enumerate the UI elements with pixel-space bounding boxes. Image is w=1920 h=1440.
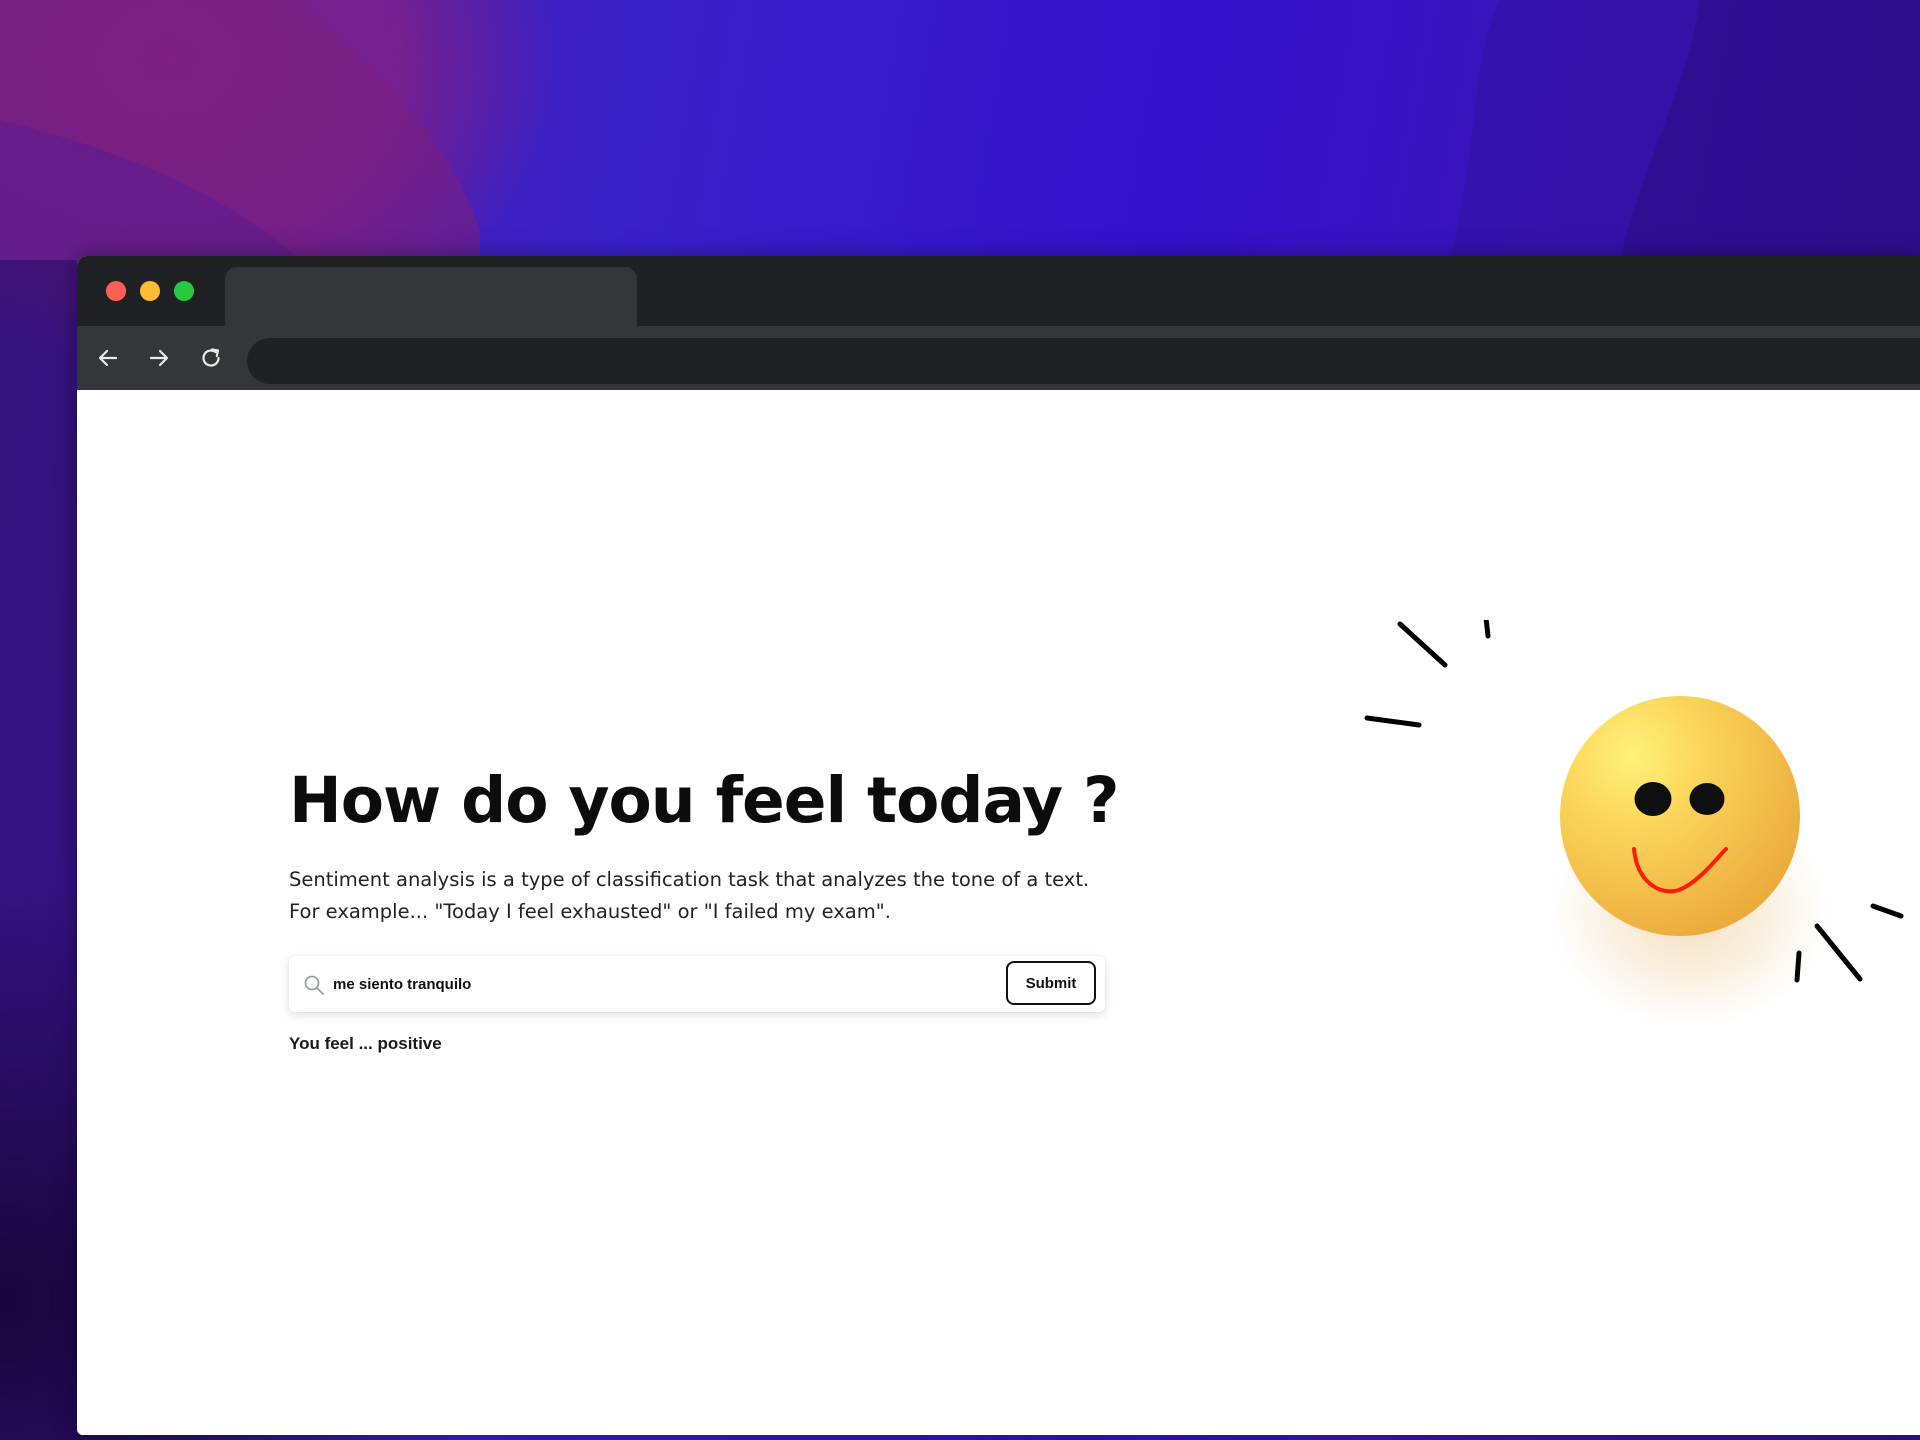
- smiley-illustration: [1364, 620, 1904, 1027]
- minimize-window-button[interactable]: [140, 281, 160, 301]
- sentiment-search-box: Submit: [289, 956, 1105, 1012]
- page-description: Sentiment analysis is a type of classifi…: [289, 864, 1189, 928]
- sparkle-lines-top: [1364, 620, 1491, 728]
- back-button[interactable]: [93, 343, 123, 373]
- close-window-button[interactable]: [106, 281, 126, 301]
- search-icon: [304, 975, 324, 995]
- sentiment-text-input[interactable]: [333, 970, 893, 998]
- page-headline: How do you feel today ?: [289, 764, 1120, 837]
- description-line: Sentiment analysis is a type of classifi…: [289, 868, 1090, 891]
- page-content: How do you feel today ? Sentiment analys…: [77, 390, 1920, 1435]
- reload-button[interactable]: [196, 343, 226, 373]
- smiley-face-icon: [1560, 696, 1800, 936]
- browser-window: How do you feel today ? Sentiment analys…: [77, 256, 1920, 1435]
- back-arrow-icon: [98, 349, 118, 367]
- description-line: For example... "Today I feel exhausted" …: [289, 900, 891, 923]
- sentiment-result: You feel ... positive: [289, 1034, 442, 1053]
- address-bar[interactable]: [247, 338, 1920, 384]
- browser-toolbar: [77, 326, 1920, 390]
- forward-arrow-icon: [149, 349, 169, 367]
- browser-titlebar: [77, 256, 1920, 326]
- submit-button[interactable]: Submit: [1006, 961, 1096, 1005]
- maximize-window-button[interactable]: [174, 281, 194, 301]
- reload-icon: [202, 348, 220, 367]
- browser-tab[interactable]: [225, 267, 637, 326]
- forward-button[interactable]: [144, 343, 174, 373]
